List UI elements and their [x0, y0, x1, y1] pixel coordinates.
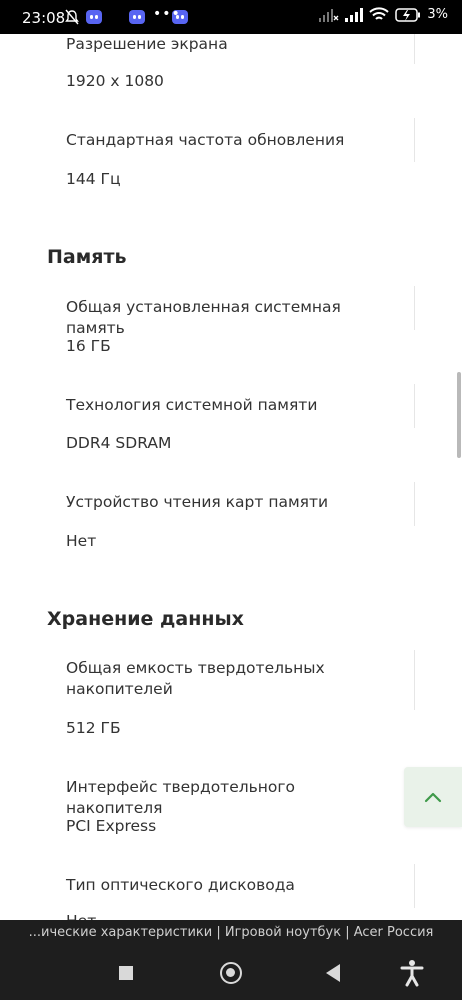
spec-value-card-reader: Нет — [66, 532, 97, 550]
spec-value-ssd-interface: PCI Express — [66, 817, 157, 835]
divider — [414, 286, 415, 330]
page-title: ...ические характеристики | Игровой ноут… — [28, 925, 434, 940]
page-title-bar[interactable]: ...ические характеристики | Игровой ноут… — [0, 920, 462, 946]
spec-value-optical-drive: Нет — [66, 912, 96, 920]
section-title-storage: Хранение данных — [47, 608, 244, 630]
status-right: 3% — [319, 7, 448, 22]
spec-content[interactable]: Разрешение экрана 1920 x 1080 Стандартна… — [0, 34, 462, 920]
spec-value-refresh-rate: 144 Гц — [66, 170, 121, 188]
spec-label-ssd-interface: Интерфейс твердотельного накопителя — [66, 778, 296, 817]
spec-value-system-memory: 16 ГБ — [66, 337, 111, 355]
signal-x-icon — [319, 8, 339, 22]
divider — [414, 118, 415, 162]
divider — [414, 650, 415, 710]
chevron-up-icon — [424, 792, 442, 803]
wifi-icon — [369, 7, 390, 20]
scrollbar[interactable] — [457, 372, 461, 458]
accessibility-icon[interactable] — [400, 959, 424, 987]
spec-label-optical-drive: Тип оптического дисковода — [66, 876, 295, 894]
divider — [414, 482, 415, 526]
spec-label-memory-tech: Технология системной памяти — [66, 396, 318, 414]
spec-label-card-reader: Устройство чтения карт памяти — [66, 493, 329, 511]
divider — [414, 864, 415, 908]
discord-icon — [86, 10, 102, 24]
home-button[interactable] — [220, 962, 242, 984]
spec-label-system-memory: Общая установленная системная память — [66, 298, 341, 337]
spec-label-ssd-capacity: Общая емкость твердотельных накопителей — [66, 659, 325, 698]
discord-icon — [129, 10, 146, 24]
signal-icon — [345, 7, 364, 22]
divider — [414, 384, 415, 428]
recents-button[interactable] — [119, 966, 133, 980]
back-button[interactable] — [326, 964, 340, 982]
navigation-bar — [0, 946, 462, 1000]
spec-label-resolution: Разрешение экрана — [66, 35, 228, 53]
spec-value-memory-tech: DDR4 SDRAM — [66, 434, 172, 452]
status-bar: 23:08 ••• 3% — [0, 0, 462, 34]
divider — [414, 34, 415, 64]
section-title-memory: Память — [47, 246, 127, 268]
scroll-top-button[interactable] — [404, 767, 462, 827]
mute-bell-icon — [65, 9, 79, 25]
spec-value-ssd-capacity: 512 ГБ — [66, 719, 121, 737]
battery-charging-icon — [395, 7, 421, 22]
spec-value-resolution: 1920 x 1080 — [66, 72, 164, 90]
more-notifications-icon: ••• — [153, 6, 181, 22]
status-time: 23:08 — [22, 9, 66, 27]
spec-label-refresh-rate: Стандартная частота обновления — [66, 131, 345, 149]
battery-percent: 3% — [427, 7, 448, 22]
